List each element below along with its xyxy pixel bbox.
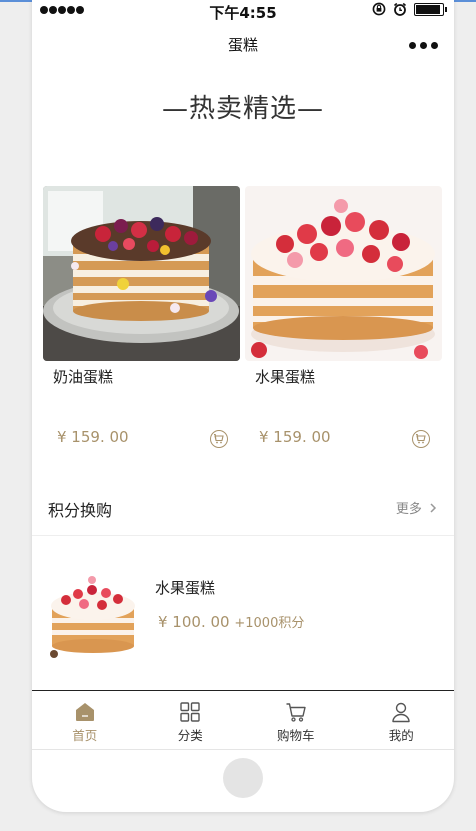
category-grid-icon [180,702,200,722]
tab-home[interactable]: 首页 [32,691,138,749]
add-to-cart-icon[interactable] [210,430,228,448]
phone-frame: 下午4:55 蛋糕 —热卖精选— 奶油蛋糕 ¥ 159. 00 水果蛋糕 ¥ 1… [32,0,454,812]
battery-icon [414,2,447,16]
alarm-icon [393,2,407,16]
status-bar: 下午4:55 [32,0,454,22]
tab-label: 首页 [72,728,98,743]
tab-label: 我的 [388,728,414,743]
fruit-cake-image [245,186,442,361]
points-item-name: 水果蛋糕 [155,579,216,597]
product-card[interactable]: 水果蛋糕 ¥ 159. 00 [245,186,442,466]
points-item-cash-price: ¥ 100. 00 [158,613,230,631]
rotation-lock-icon [372,2,386,16]
product-name: 水果蛋糕 [255,368,316,386]
tab-label: 购物车 [276,728,315,743]
more-link[interactable]: 更多 [396,498,438,517]
chevron-right-icon [430,503,437,513]
points-item-points: +1000积分 [234,616,305,631]
product-name: 奶油蛋糕 [53,368,114,386]
home-button[interactable] [223,758,263,798]
tab-category[interactable]: 分类 [138,691,244,749]
status-icons [372,2,447,16]
points-exchange-header: 积分换购 更多 [32,480,454,536]
nav-bar: 蛋糕 [32,24,454,64]
page-title: 蛋糕 [227,36,258,54]
home-icon [75,703,94,721]
product-price: ¥ 159. 00 [259,428,331,446]
shopping-cart-icon [286,703,306,722]
cream-cake-image [43,186,240,361]
section-title: —热卖精选— [161,94,324,124]
add-to-cart-icon[interactable] [412,430,430,448]
tab-profile[interactable]: 我的 [349,691,455,749]
product-card[interactable]: 奶油蛋糕 ¥ 159. 00 [43,186,240,466]
more-menu-icon[interactable] [409,42,438,49]
more-label: 更多 [395,502,422,517]
tab-bar: 首页 分类 购物车 我的 [32,690,454,750]
tab-label: 分类 [177,728,203,743]
user-icon [392,702,410,723]
fruit-cake-thumbnail [48,568,140,660]
tab-cart[interactable]: 购物车 [243,691,349,749]
product-price: ¥ 159. 00 [57,428,129,446]
points-item-price: ¥ 100. 00 +1000积分 [158,612,304,631]
points-exchange-title: 积分换购 [48,501,113,520]
points-item[interactable]: 水果蛋糕 ¥ 100. 00 +1000积分 [32,560,454,670]
